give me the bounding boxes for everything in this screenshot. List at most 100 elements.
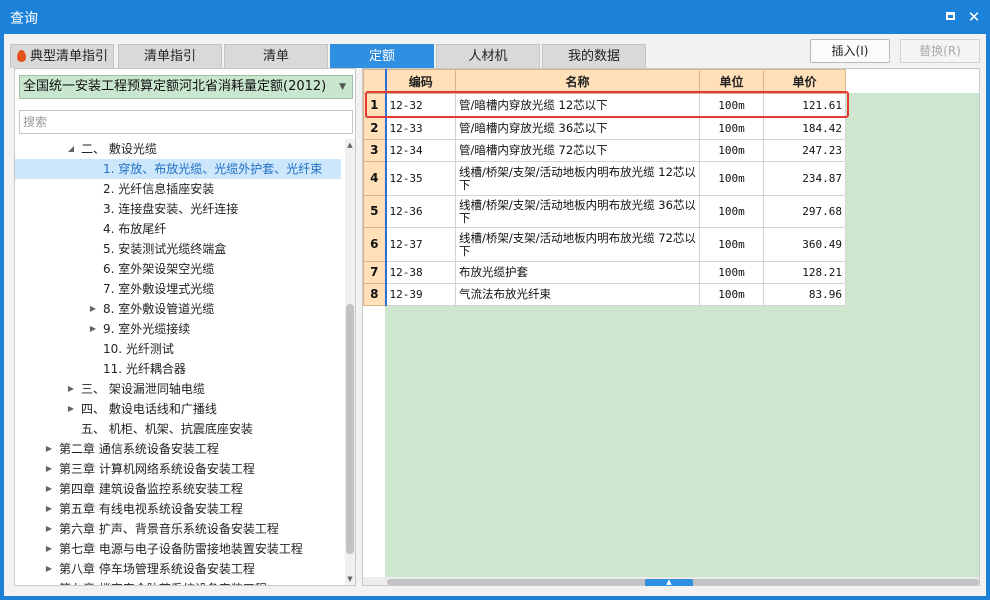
cell-code[interactable]: 12-35 bbox=[385, 161, 456, 196]
cell-price[interactable]: 234.87 bbox=[763, 161, 846, 196]
expand-arrow-icon[interactable]: ▶ bbox=[44, 439, 54, 459]
tab-quota[interactable]: 定额 bbox=[330, 44, 434, 68]
row-number[interactable]: 3 bbox=[363, 139, 387, 162]
splitter-toggle[interactable]: ▲ bbox=[645, 579, 693, 586]
tree-item[interactable]: ▶ 第七章 电源与电子设备防雷接地装置安装工程 bbox=[15, 539, 341, 559]
cell-name[interactable]: 管/暗槽内穿放光缆 12芯以下 bbox=[455, 93, 700, 118]
scroll-down-icon[interactable]: ▼ bbox=[345, 573, 355, 585]
cell-unit[interactable]: 100m bbox=[699, 117, 764, 140]
tree-item[interactable]: ▶ 第三章 计算机网络系统设备安装工程 bbox=[15, 459, 341, 479]
cell-name[interactable]: 管/暗槽内穿放光缆 36芯以下 bbox=[455, 117, 700, 140]
column-header-unit[interactable]: 单位 bbox=[699, 69, 764, 94]
tree-item[interactable]: 4. 布放尾纤 bbox=[15, 219, 341, 239]
tab-my-data[interactable]: 我的数据 bbox=[542, 44, 646, 68]
tree-item[interactable]: ▶ 四、 敷设电话线和广播线 bbox=[15, 399, 341, 419]
expand-arrow-icon[interactable]: ▶ bbox=[44, 579, 54, 585]
row-number[interactable]: 4 bbox=[363, 161, 387, 196]
cell-code[interactable]: 12-37 bbox=[385, 227, 456, 262]
insert-button[interactable]: 插入(I) bbox=[810, 39, 890, 63]
expand-arrow-icon[interactable]: ▶ bbox=[66, 379, 76, 399]
tree-scrollbar[interactable]: ▲ ▼ bbox=[345, 139, 355, 585]
tree-item[interactable]: 2. 光纤信息插座安装 bbox=[15, 179, 341, 199]
row-number[interactable]: 6 bbox=[363, 227, 387, 262]
tree-item[interactable]: 11. 光纤耦合器 bbox=[15, 359, 341, 379]
tree-item[interactable]: ◢ 二、 敷设光缆 bbox=[15, 139, 341, 159]
tab-list[interactable]: 清单 bbox=[224, 44, 328, 68]
table-row[interactable]: 4 12-35 线槽/桥架/支架/活动地板内明布放光缆 12芯以下 100m 234.8… bbox=[363, 161, 846, 196]
cell-unit[interactable]: 100m bbox=[699, 227, 764, 262]
tree-item[interactable]: ▶ 9. 室外光缆接续 bbox=[15, 319, 341, 339]
tab-list-guide[interactable]: 清单指引 bbox=[118, 44, 222, 68]
tree-item[interactable]: 3. 连接盘安装、光纤连接 bbox=[15, 199, 341, 219]
table-row[interactable]: 3 12-34 管/暗槽内穿放光缆 72芯以下 100m 247.23 bbox=[363, 139, 846, 162]
cell-code[interactable]: 12-39 bbox=[385, 283, 456, 306]
cell-price[interactable]: 360.49 bbox=[763, 227, 846, 262]
cell-unit[interactable]: 100m bbox=[699, 161, 764, 196]
expand-arrow-icon[interactable]: ▶ bbox=[44, 499, 54, 519]
row-number[interactable]: 2 bbox=[363, 117, 387, 140]
replace-button[interactable]: 替换(R) bbox=[900, 39, 980, 63]
scrollbar-thumb[interactable] bbox=[346, 304, 354, 554]
tree-item[interactable]: ▶ 第九章 楼宇安全防范系统设备安装工程 bbox=[15, 579, 341, 585]
tree-item[interactable]: ▶ 第八章 停车场管理系统设备安装工程 bbox=[15, 559, 341, 579]
expand-arrow-icon[interactable]: ▶ bbox=[66, 399, 76, 419]
tree-item[interactable]: 10. 光纤测试 bbox=[15, 339, 341, 359]
cell-name[interactable]: 气流法布放光纤束 bbox=[455, 283, 700, 306]
cell-name[interactable]: 线槽/桥架/支架/活动地板内明布放光缆 36芯以下 bbox=[455, 195, 700, 228]
tree-item[interactable]: ▶ 第四章 建筑设备监控系统安装工程 bbox=[15, 479, 341, 499]
cell-name[interactable]: 线槽/桥架/支架/活动地板内明布放光缆 72芯以下 bbox=[455, 227, 700, 262]
close-icon[interactable]: ✕ bbox=[966, 9, 982, 25]
table-row[interactable]: 2 12-33 管/暗槽内穿放光缆 36芯以下 100m 184.42 bbox=[363, 117, 846, 140]
tab-labor-material-machine[interactable]: 人材机 bbox=[436, 44, 540, 68]
scroll-up-icon[interactable]: ▲ bbox=[345, 139, 355, 151]
table-row[interactable]: 1 12-32 管/暗槽内穿放光缆 12芯以下 100m 121.61 bbox=[363, 93, 846, 118]
expand-arrow-icon[interactable]: ▶ bbox=[44, 519, 54, 539]
tree-item[interactable]: ▶ 8. 室外敷设管道光缆 bbox=[15, 299, 341, 319]
expand-arrow-icon[interactable]: ▶ bbox=[44, 539, 54, 559]
table-row[interactable]: 5 12-36 线槽/桥架/支架/活动地板内明布放光缆 36芯以下 100m 297.6… bbox=[363, 195, 846, 228]
tree-item[interactable]: 五、 机柜、机架、抗震底座安装 bbox=[15, 419, 341, 439]
maximize-icon[interactable] bbox=[942, 9, 958, 25]
column-header-price[interactable]: 单价 bbox=[763, 69, 846, 94]
cell-price[interactable]: 247.23 bbox=[763, 139, 846, 162]
expand-arrow-icon[interactable]: ▶ bbox=[88, 319, 98, 339]
tree-item[interactable]: ▶ 第五章 有线电视系统设备安装工程 bbox=[15, 499, 341, 519]
cell-name[interactable]: 管/暗槽内穿放光缆 72芯以下 bbox=[455, 139, 700, 162]
tree-item[interactable]: 7. 室外敷设埋式光缆 bbox=[15, 279, 341, 299]
cell-price[interactable]: 83.96 bbox=[763, 283, 846, 306]
tree-item[interactable]: 1. 穿放、布放光缆、光缆外护套、光纤束 bbox=[15, 159, 341, 179]
tree-item[interactable]: ▶ 第六章 扩声、背景音乐系统设备安装工程 bbox=[15, 519, 341, 539]
row-number[interactable]: 8 bbox=[363, 283, 387, 306]
cell-code[interactable]: 12-34 bbox=[385, 139, 456, 162]
cell-code[interactable]: 12-36 bbox=[385, 195, 456, 228]
row-number[interactable]: 5 bbox=[363, 195, 387, 228]
tree-item[interactable]: ▶ 第二章 通信系统设备安装工程 bbox=[15, 439, 341, 459]
cell-unit[interactable]: 100m bbox=[699, 195, 764, 228]
cell-unit[interactable]: 100m bbox=[699, 93, 764, 118]
row-number[interactable]: 7 bbox=[363, 261, 387, 284]
cell-unit[interactable]: 100m bbox=[699, 283, 764, 306]
cell-price[interactable]: 297.68 bbox=[763, 195, 846, 228]
column-header-name[interactable]: 名称 bbox=[455, 69, 700, 94]
cell-name[interactable]: 布放光缆护套 bbox=[455, 261, 700, 284]
expand-arrow-icon[interactable]: ▶ bbox=[44, 559, 54, 579]
quota-library-select[interactable]: 全国统一安装工程预算定额河北省消耗量定额(2012) ▼ bbox=[19, 75, 353, 99]
cell-unit[interactable]: 100m bbox=[699, 261, 764, 284]
cell-unit[interactable]: 100m bbox=[699, 139, 764, 162]
tree-item[interactable]: ▶ 三、 架设漏泄同轴电缆 bbox=[15, 379, 341, 399]
table-row[interactable]: 8 12-39 气流法布放光纤束 100m 83.96 bbox=[363, 283, 846, 306]
expand-arrow-icon[interactable]: ▶ bbox=[44, 479, 54, 499]
tree-item[interactable]: 5. 安装测试光缆终端盒 bbox=[15, 239, 341, 259]
cell-code[interactable]: 12-32 bbox=[385, 93, 456, 118]
tree-item[interactable]: 6. 室外架设架空光缆 bbox=[15, 259, 341, 279]
tab-typical-list-guide[interactable]: 典型清单指引 bbox=[10, 44, 114, 68]
cell-name[interactable]: 线槽/桥架/支架/活动地板内明布放光缆 12芯以下 bbox=[455, 161, 700, 196]
collapse-arrow-icon[interactable]: ◢ bbox=[66, 139, 76, 159]
cell-code[interactable]: 12-38 bbox=[385, 261, 456, 284]
row-number[interactable]: 1 bbox=[363, 93, 387, 118]
table-row[interactable]: 6 12-37 线槽/桥架/支架/活动地板内明布放光缆 72芯以下 100m 360.4… bbox=[363, 227, 846, 262]
expand-arrow-icon[interactable]: ▶ bbox=[88, 299, 98, 319]
expand-arrow-icon[interactable]: ▶ bbox=[44, 459, 54, 479]
table-row[interactable]: 7 12-38 布放光缆护套 100m 128.21 bbox=[363, 261, 846, 284]
cell-price[interactable]: 121.61 bbox=[763, 93, 846, 118]
